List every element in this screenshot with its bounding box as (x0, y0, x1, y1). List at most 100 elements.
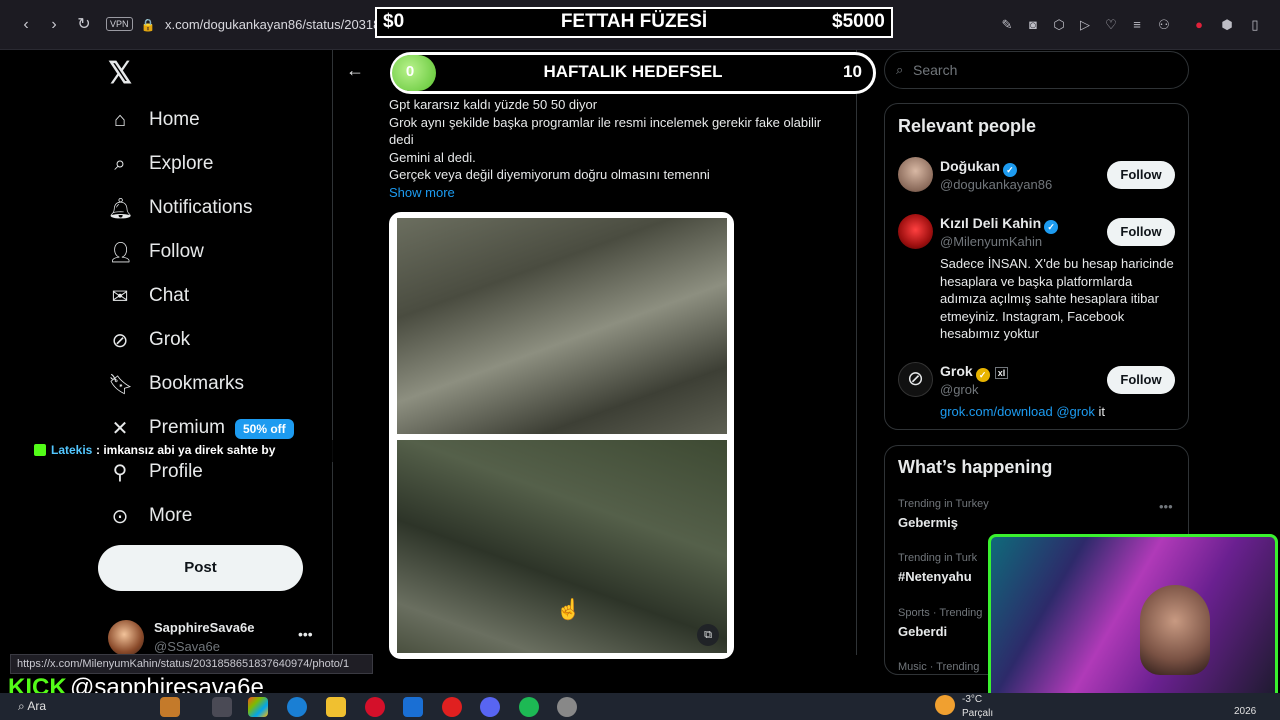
premium-badge: 50% off (235, 419, 294, 439)
person-handle: @MilenyumKahin (940, 234, 1043, 249)
search-placeholder: Search (913, 62, 958, 78)
back-icon[interactable]: ‹ (16, 15, 36, 35)
nav-home[interactable]: ⌂ Home (108, 102, 200, 138)
person-bio: Sadece İNSAN. X'de bu hesap haricinde he… (940, 256, 1174, 341)
show-more-link[interactable]: Show more (389, 185, 455, 200)
goal-target: 10 (843, 62, 862, 81)
spotify-icon[interactable] (519, 697, 539, 717)
grok-icon: ⊘ (111, 329, 129, 352)
mail-app-icon[interactable] (403, 697, 423, 717)
tweet-text-line: Gemini al dedi. (389, 150, 476, 165)
trend-topic[interactable]: Geberdi (898, 624, 947, 639)
add-person-icon: 👤︎ (108, 241, 134, 264)
more-dots-icon[interactable]: ••• (298, 626, 313, 642)
back-arrow-icon[interactable]: ← (346, 60, 364, 81)
app-icon[interactable] (212, 697, 232, 717)
tweet-text-line: Gpt kararsız kaldı yüzde 50 50 diyor (389, 97, 598, 112)
bio-link[interactable]: grok.com/download (940, 404, 1053, 419)
forward-icon[interactable]: › (44, 15, 64, 35)
follow-button[interactable]: Follow (1107, 218, 1175, 246)
nav-grok[interactable]: ⊘ Grok (108, 322, 191, 358)
x-logo-icon[interactable]: 𝕏 (108, 56, 132, 91)
yandex-icon[interactable] (442, 697, 462, 717)
mail-icon: ✉ (111, 285, 129, 308)
person-icon: ⚲ (112, 461, 128, 484)
more-dots-icon[interactable]: ••• (1159, 499, 1173, 514)
edit-icon[interactable]: ✎ (998, 16, 1016, 34)
nav-label: Premium (149, 417, 226, 438)
search-icon: ⌕ (896, 62, 904, 77)
camera-icon[interactable]: ◙ (1024, 16, 1042, 34)
status-url-preview: https://x.com/MilenyumKahin/status/20318… (10, 654, 373, 674)
search-icon: ⌕ (114, 152, 126, 175)
verified-badge-icon: ✓ (1002, 163, 1017, 177)
nav-follow[interactable]: 👤︎ Follow (108, 234, 204, 270)
post-button[interactable]: Post (98, 545, 303, 591)
nav-label: Explore (149, 153, 214, 174)
avatar[interactable] (898, 157, 933, 192)
more-circle-icon: ⊙ (111, 505, 129, 528)
verified-badge-icon: ✓ (1044, 220, 1059, 234)
nav-explore[interactable]: ⌕ Explore (108, 146, 213, 182)
opera-icon[interactable] (365, 697, 385, 717)
lock-icon[interactable]: 🔒 (138, 15, 158, 35)
grok-icon[interactable]: ⊘ (898, 362, 933, 397)
nav-label: Notifications (149, 197, 253, 218)
follow-button[interactable]: Follow (1107, 366, 1175, 394)
extension-icon[interactable]: ⬢ (1218, 16, 1236, 34)
account-name[interactable]: SapphireSava6e (154, 620, 254, 635)
app-icon[interactable] (248, 697, 268, 717)
nav-label: Bookmarks (149, 373, 245, 394)
record-icon[interactable]: ● (1190, 16, 1208, 34)
nav-chat[interactable]: ✉ Chat (108, 278, 190, 314)
webcam-overlay (988, 534, 1278, 710)
nav-bookmarks[interactable]: 🔖︎ Bookmarks (108, 366, 244, 402)
menu-icon[interactable]: ≡ (1128, 16, 1146, 34)
verified-badge-icon: ✓ (975, 368, 990, 382)
trend-meta: Music · Trending (898, 661, 980, 673)
shield-icon[interactable]: ⬡ (1050, 16, 1068, 34)
chat-message: : imkansız abi ya direk sahte by (96, 443, 276, 457)
weather-icon[interactable] (935, 695, 955, 715)
person-handle: @grok (940, 382, 979, 397)
person-name[interactable]: Kızıl Deli Kahin ✓ (940, 215, 1059, 234)
nav-notifications[interactable]: 🔔︎ Notifications (108, 190, 253, 226)
profile-icon[interactable]: ⚇ (1155, 16, 1173, 34)
nav-label: Profile (149, 461, 203, 482)
avatar[interactable] (108, 620, 144, 656)
reload-icon[interactable]: ↻ (74, 15, 94, 35)
weather-temp: -3°C (962, 694, 983, 705)
trend-topic[interactable]: Gebermiş (898, 515, 958, 530)
grok-analyze-icon[interactable]: ⧉ (697, 624, 719, 646)
chat-username: Latekis (51, 443, 93, 457)
app-icon[interactable] (160, 697, 180, 717)
nav-more[interactable]: ⊙ More (108, 498, 193, 534)
webcam-streamer (1140, 585, 1210, 675)
folder-icon[interactable] (326, 697, 346, 717)
trend-meta: Trending in Turk (898, 552, 978, 564)
bio-mention[interactable]: @grok (1056, 404, 1095, 419)
weather-desc: Parçalı (962, 708, 994, 719)
trend-meta: Sports · Trending (898, 607, 983, 619)
heart-icon[interactable]: ♡ (1102, 16, 1120, 34)
edge-icon[interactable] (287, 697, 307, 717)
home-icon: ⌂ (113, 108, 127, 131)
whats-happening-title: What’s happening (898, 457, 1053, 477)
app-icon[interactable] (557, 697, 577, 717)
follow-button[interactable]: Follow (1107, 161, 1175, 189)
avatar[interactable] (898, 214, 933, 249)
person-name[interactable]: Doğukan ✓ (940, 158, 1017, 177)
relevant-people-title: Relevant people (898, 116, 1037, 136)
stream-title: FETTAH FÜZESİ (560, 11, 708, 32)
trend-topic[interactable]: #Netenyahu (898, 569, 972, 584)
person-bio: grok.com/download @grok it (940, 404, 1105, 419)
taskbar-date: 2026 (1234, 706, 1257, 717)
person-name[interactable]: Grok ✓ xI (940, 363, 1009, 382)
play-icon[interactable]: ▷ (1076, 16, 1094, 34)
sidebar-toggle-icon[interactable]: ▯ (1246, 16, 1264, 34)
taskbar-search[interactable]: ⌕ Ara (18, 699, 46, 714)
bell-icon: 🔔︎ (108, 197, 134, 220)
tweet-photo-top[interactable] (397, 218, 727, 434)
discord-icon[interactable] (480, 697, 500, 717)
vpn-badge[interactable]: VPN (106, 17, 133, 31)
